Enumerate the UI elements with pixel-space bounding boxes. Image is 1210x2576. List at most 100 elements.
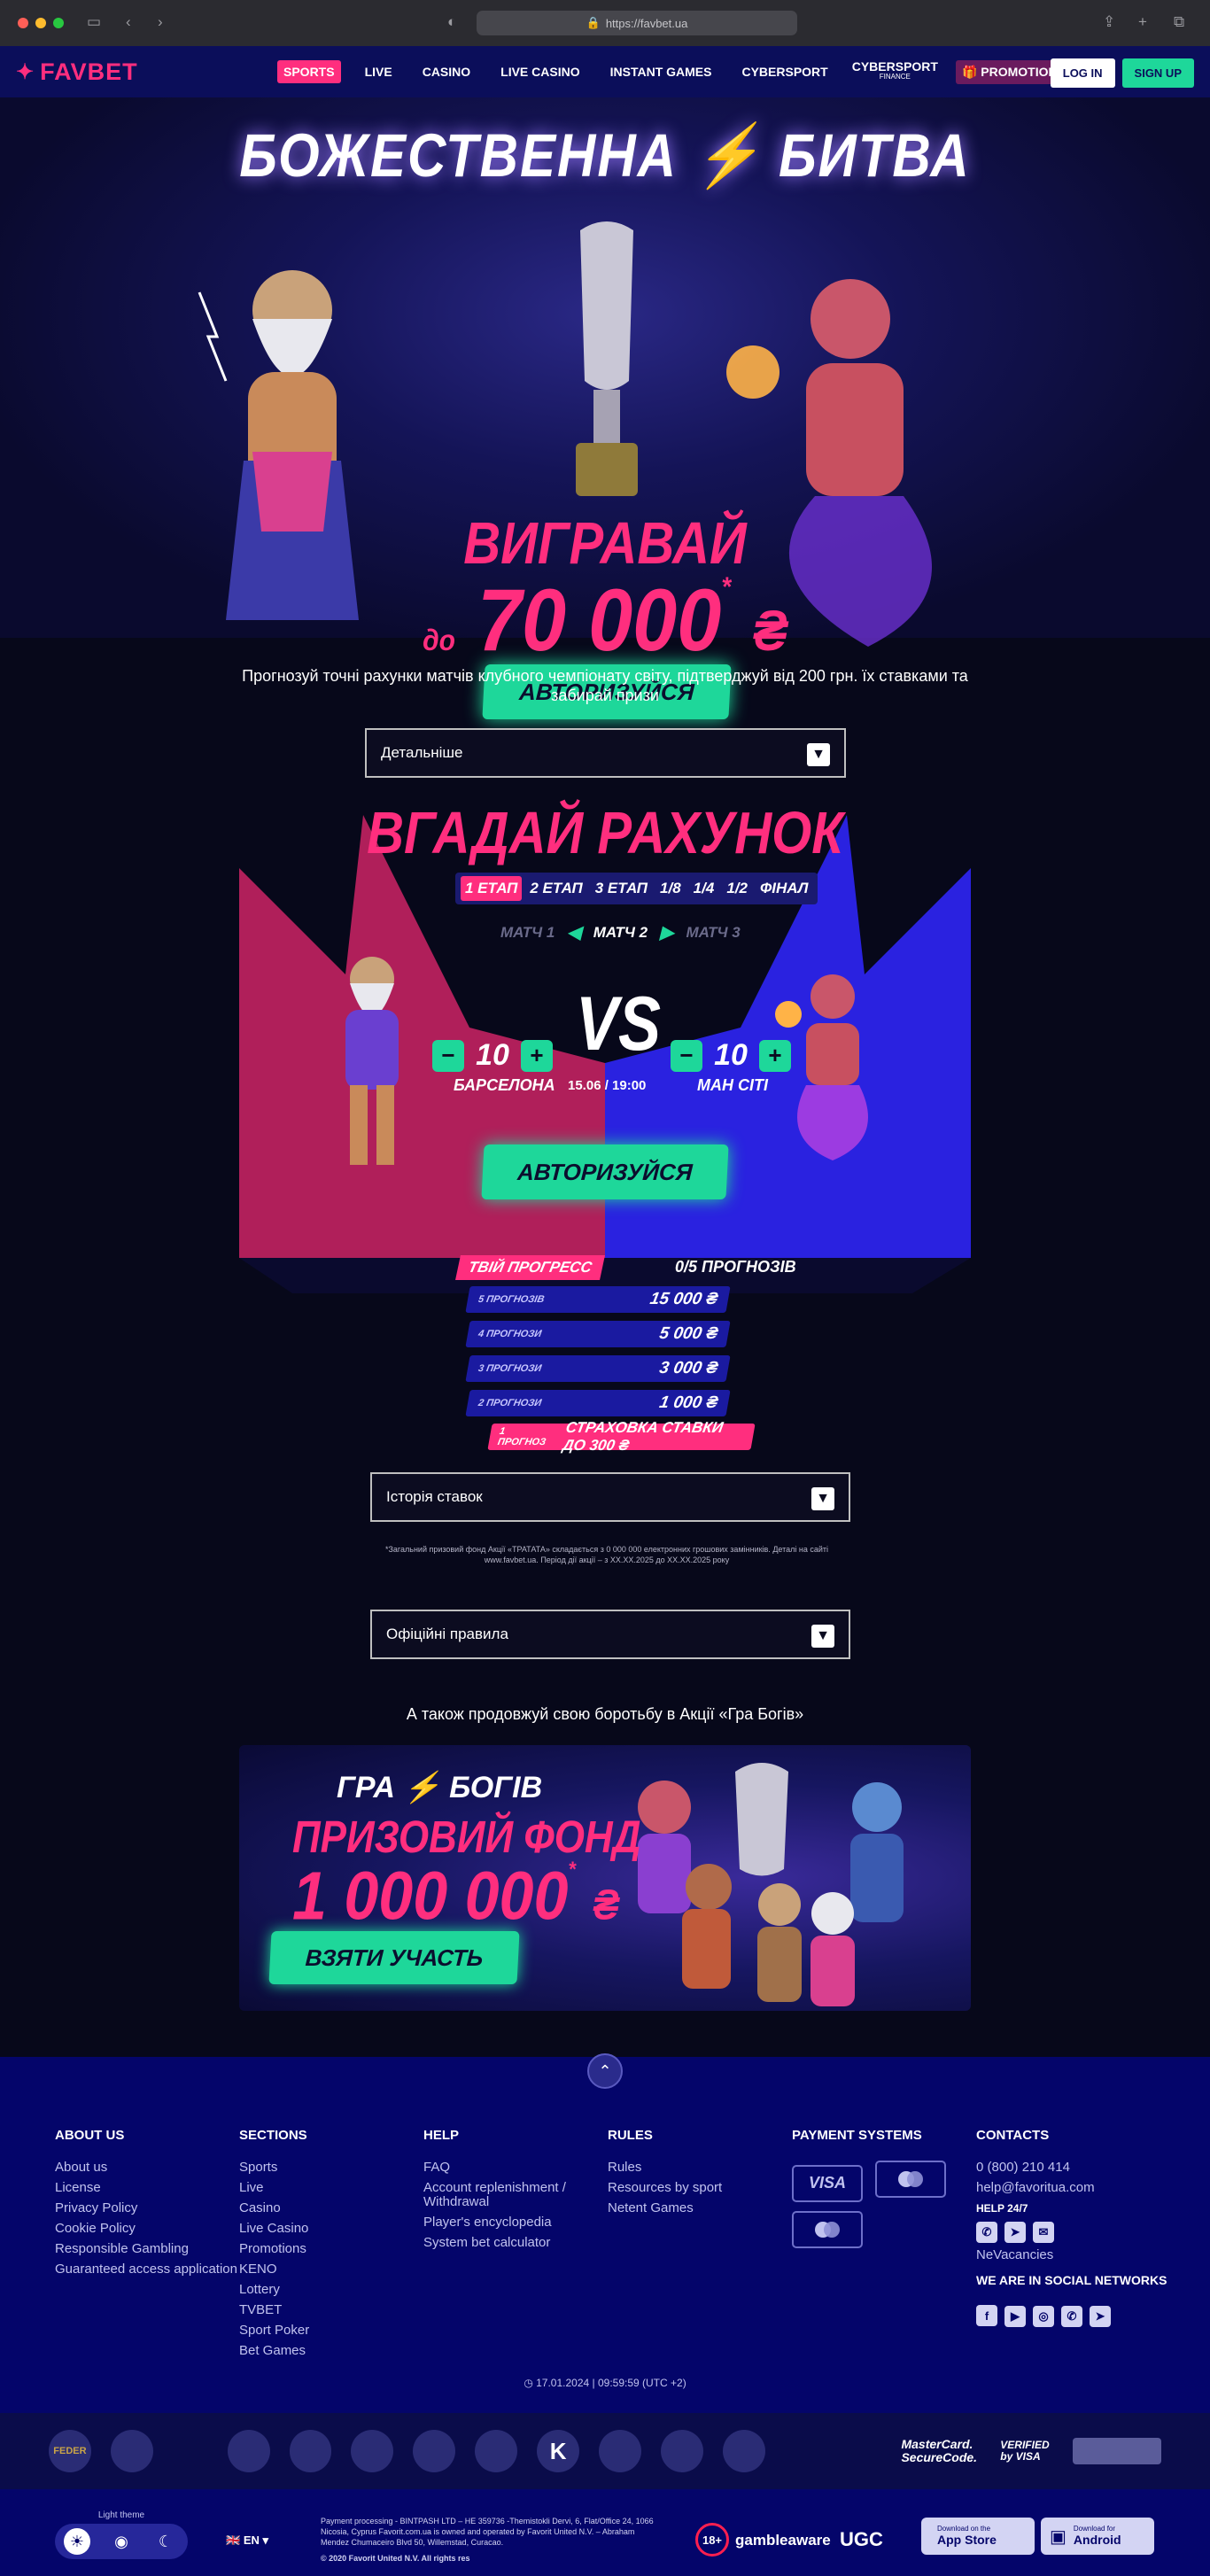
footer-link[interactable]: Bet Games	[239, 2344, 309, 2358]
footer-link[interactable]: System bet calculator	[423, 2236, 592, 2250]
chat-icon[interactable]: ✉	[1033, 2222, 1054, 2243]
partner-logo[interactable]: FEDER	[49, 2430, 91, 2472]
partner-logo[interactable]: K	[537, 2430, 580, 2472]
address-text: https://favbet.ua	[605, 16, 688, 30]
home-increment-button[interactable]: +	[521, 1039, 553, 1072]
footer-link[interactable]: Sports	[239, 2161, 309, 2175]
login-button[interactable]: LOG IN	[1050, 58, 1115, 88]
footer-link[interactable]: FAQ	[423, 2161, 592, 2175]
tabs-icon[interactable]: ⧉	[1174, 13, 1184, 31]
take-part-button[interactable]: ВЗЯТИ УЧАСТЬ	[268, 1931, 520, 1984]
gods-game-banner[interactable]: ГРА ⚡ БОГІВ ПРИЗОВИЙ ФОНД 1 000 000* ₴ В…	[239, 1745, 971, 2011]
tab-quarterfinal[interactable]: 1/4	[689, 876, 719, 901]
app-store-button[interactable]: Download on the App Store	[921, 2518, 1035, 2555]
nav-casino[interactable]: CASINO	[416, 60, 477, 83]
contact-phone[interactable]: 0 (800) 210 414	[976, 2161, 1180, 2175]
auto-theme-icon[interactable]: ◉	[108, 2528, 135, 2555]
prev-match-icon[interactable]: ◀	[567, 921, 580, 943]
footer-link[interactable]: Casino	[239, 2201, 309, 2215]
nav-instant-games[interactable]: INSTANT GAMES	[604, 60, 718, 83]
telegram-social-icon[interactable]: ➤	[1090, 2305, 1111, 2327]
tab-round-of-16[interactable]: 1/8	[655, 876, 686, 901]
partner-logo[interactable]	[660, 2430, 703, 2472]
footer-link[interactable]: Cookie Policy	[55, 2222, 237, 2236]
footer-link[interactable]: Sport Poker	[239, 2324, 309, 2338]
home-decrement-button[interactable]: −	[432, 1039, 464, 1072]
tab-semifinal[interactable]: 1/2	[722, 876, 752, 901]
next-match-icon[interactable]: ▶	[660, 921, 673, 943]
footer-link[interactable]: KENO	[239, 2262, 309, 2277]
footer-link[interactable]: Account replenishment / Withdrawal	[423, 2181, 592, 2209]
footer-link[interactable]: Resources by sport	[608, 2181, 722, 2195]
address-bar[interactable]: 🔒 https://favbet.ua	[477, 11, 797, 35]
tab-final[interactable]: ФІНАЛ	[756, 876, 812, 901]
shield-icon[interactable]: ◐	[447, 13, 456, 31]
viber-icon[interactable]: ✆	[976, 2222, 997, 2243]
footer-link[interactable]: TVBET	[239, 2303, 309, 2317]
partner-logo[interactable]	[289, 2430, 332, 2472]
ugc-logo[interactable]: UGC	[840, 2528, 883, 2551]
maximize-window-button[interactable]	[53, 18, 64, 28]
footer-link[interactable]: About us	[55, 2161, 237, 2175]
new-tab-icon[interactable]: +	[1138, 13, 1147, 31]
language-selector[interactable]: 🇬🇧 EN ▾	[226, 2533, 268, 2548]
official-rules-accordion[interactable]: Офіційні правила ▼	[370, 1610, 850, 1659]
tab-stage-2[interactable]: 2 ЕТАП	[525, 876, 586, 901]
away-decrement-button[interactable]: −	[671, 1039, 702, 1072]
footer-link[interactable]: License	[55, 2181, 237, 2195]
back-icon[interactable]: ‹	[126, 13, 131, 31]
match-3[interactable]: МАТЧ 3	[686, 924, 740, 942]
footer-link[interactable]: Guaranteed access application	[55, 2262, 237, 2277]
favbet-logo[interactable]: ✦ FAVBET	[16, 58, 277, 86]
footer-link[interactable]: Promotions	[239, 2242, 309, 2256]
nav-cybersport[interactable]: CYBERSPORT	[735, 60, 834, 83]
scroll-top-button[interactable]: ⌃	[587, 2053, 623, 2089]
game-authorize-button[interactable]: АВТОРИЗУЙСЯ	[481, 1144, 729, 1199]
forward-icon[interactable]: ›	[158, 13, 163, 31]
nav-sports[interactable]: SPORTS	[277, 60, 341, 83]
partner-logo[interactable]	[110, 2430, 153, 2472]
footer-link[interactable]: Netent Games	[608, 2201, 722, 2215]
share-icon[interactable]: ⇪	[1103, 13, 1115, 31]
gods-title: ГРА ⚡ БОГІВ	[337, 1771, 543, 1804]
partner-logo[interactable]	[351, 2430, 394, 2472]
nav-live[interactable]: LIVE	[359, 60, 399, 83]
footer-link[interactable]: Player's encyclopedia	[423, 2215, 592, 2230]
footer-link[interactable]: Rules	[608, 2161, 722, 2175]
footer-link[interactable]: Responsible Gambling	[55, 2242, 237, 2256]
close-window-button[interactable]	[18, 18, 28, 28]
hero-amount: до 70 000* ₴	[0, 571, 1210, 671]
footer-link[interactable]: Live Casino	[239, 2222, 309, 2236]
footer-link[interactable]: Privacy Policy	[55, 2201, 237, 2215]
away-increment-button[interactable]: +	[759, 1039, 791, 1072]
minimize-window-button[interactable]	[35, 18, 46, 28]
light-theme-icon[interactable]: ☀	[64, 2528, 90, 2555]
instagram-icon[interactable]: ◎	[1033, 2305, 1054, 2327]
partner-logo[interactable]	[722, 2430, 765, 2472]
vacancies-link[interactable]: NeVacancies	[976, 2248, 1180, 2262]
telegram-icon[interactable]: ➤	[1004, 2222, 1026, 2243]
tab-stage-1[interactable]: 1 ЕТАП	[461, 876, 523, 901]
contact-email[interactable]: help@favoritua.com	[976, 2181, 1180, 2195]
partner-logo[interactable]	[599, 2430, 641, 2472]
footer-link[interactable]: Lottery	[239, 2283, 309, 2297]
gambleaware-logo[interactable]: gambleaware	[735, 2532, 831, 2549]
sidebar-icon[interactable]: ▭	[87, 13, 101, 31]
youtube-icon[interactable]: ▶	[1004, 2305, 1026, 2327]
nav-live-casino[interactable]: LIVE CASINO	[494, 60, 586, 83]
dark-theme-icon[interactable]: ☾	[152, 2528, 179, 2555]
nav-cybersport-finance[interactable]: CYBERSPORT FINANCE	[852, 60, 938, 82]
signup-button[interactable]: SIGN UP	[1121, 58, 1194, 88]
viber-social-icon[interactable]: ✆	[1061, 2305, 1082, 2327]
footer-link[interactable]: Live	[239, 2181, 309, 2195]
details-accordion[interactable]: Детальніше ▼	[365, 728, 846, 778]
facebook-icon[interactable]: f	[976, 2305, 997, 2326]
tab-stage-3[interactable]: 3 ЕТАП	[591, 876, 652, 901]
match-2[interactable]: МАТЧ 2	[593, 924, 648, 942]
partner-logo[interactable]	[413, 2430, 456, 2472]
android-button[interactable]: ▣ Download for Android	[1041, 2518, 1154, 2555]
match-1[interactable]: МАТЧ 1	[500, 924, 555, 942]
bet-history-accordion[interactable]: Історія ставок ▼	[370, 1472, 850, 1522]
partner-logo[interactable]	[227, 2430, 270, 2472]
partner-logo[interactable]	[475, 2430, 518, 2472]
